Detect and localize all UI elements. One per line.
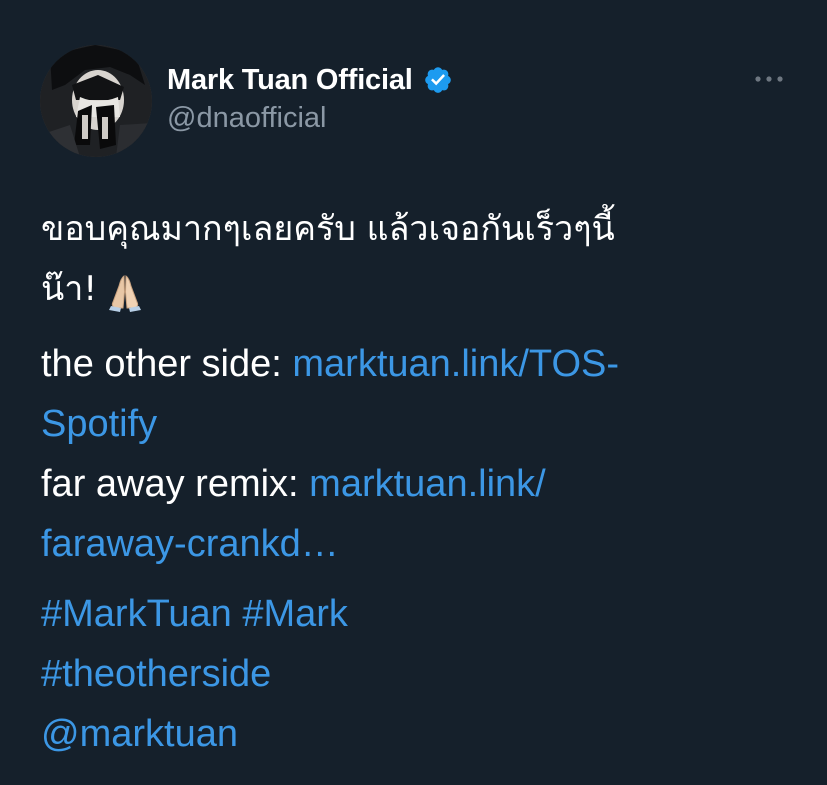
folded-hands-emoji [105,271,145,312]
link-faraway-remix[interactable]: marktuan.link/ [309,463,546,505]
tweet-text-fragment: น๊า! [41,269,97,309]
tweet-text-line: far away remix: marktuan.link/ [41,454,781,514]
tweet-links: the other side: marktuan.link/TOS- Spoti… [41,334,781,574]
author-handle[interactable]: @dnaofficial [167,102,327,135]
mention-marktuan[interactable]: @marktuan [41,704,781,764]
author-display-name[interactable]: Mark Tuan Official [167,64,413,97]
tweet-text-line: the other side: marktuan.link/TOS- [41,334,781,394]
verified-badge-icon [423,65,453,95]
hashtag-mark[interactable]: #Mark [242,593,348,635]
tweet-text-thai: ขอบคุณมากๆเลยครับ แล้วเจอกันเร็วๆนี้ น๊า… [41,199,781,319]
link-tos-spotify-cont[interactable]: Spotify [41,394,781,454]
more-options-icon[interactable] [753,69,785,89]
tweet-card: Mark Tuan Official @dnaofficial ขอบคุณมา… [0,0,827,785]
hashtag-marktuan[interactable]: #MarkTuan [41,593,232,635]
link-label-far-away-remix: far away remix: [41,463,310,505]
tweet-text-line: #MarkTuan #Mark [41,584,781,644]
link-label-the-other-side: the other side: [41,343,293,385]
link-faraway-remix-cont[interactable]: faraway-crankd… [41,514,781,574]
tweet-text-line: น๊า! [41,259,781,319]
profile-avatar[interactable] [40,45,152,157]
avatar-image [40,45,152,157]
hashtag-theotherside[interactable]: #theotherside [41,644,781,704]
link-tos-spotify[interactable]: marktuan.link/TOS- [292,343,619,385]
tweet-hashtags: #MarkTuan #Mark #theotherside @marktuan [41,584,781,764]
tweet-text-line: ขอบคุณมากๆเลยครับ แล้วเจอกันเร็วๆนี้ [41,209,615,249]
author-name-row: Mark Tuan Official [167,60,453,100]
